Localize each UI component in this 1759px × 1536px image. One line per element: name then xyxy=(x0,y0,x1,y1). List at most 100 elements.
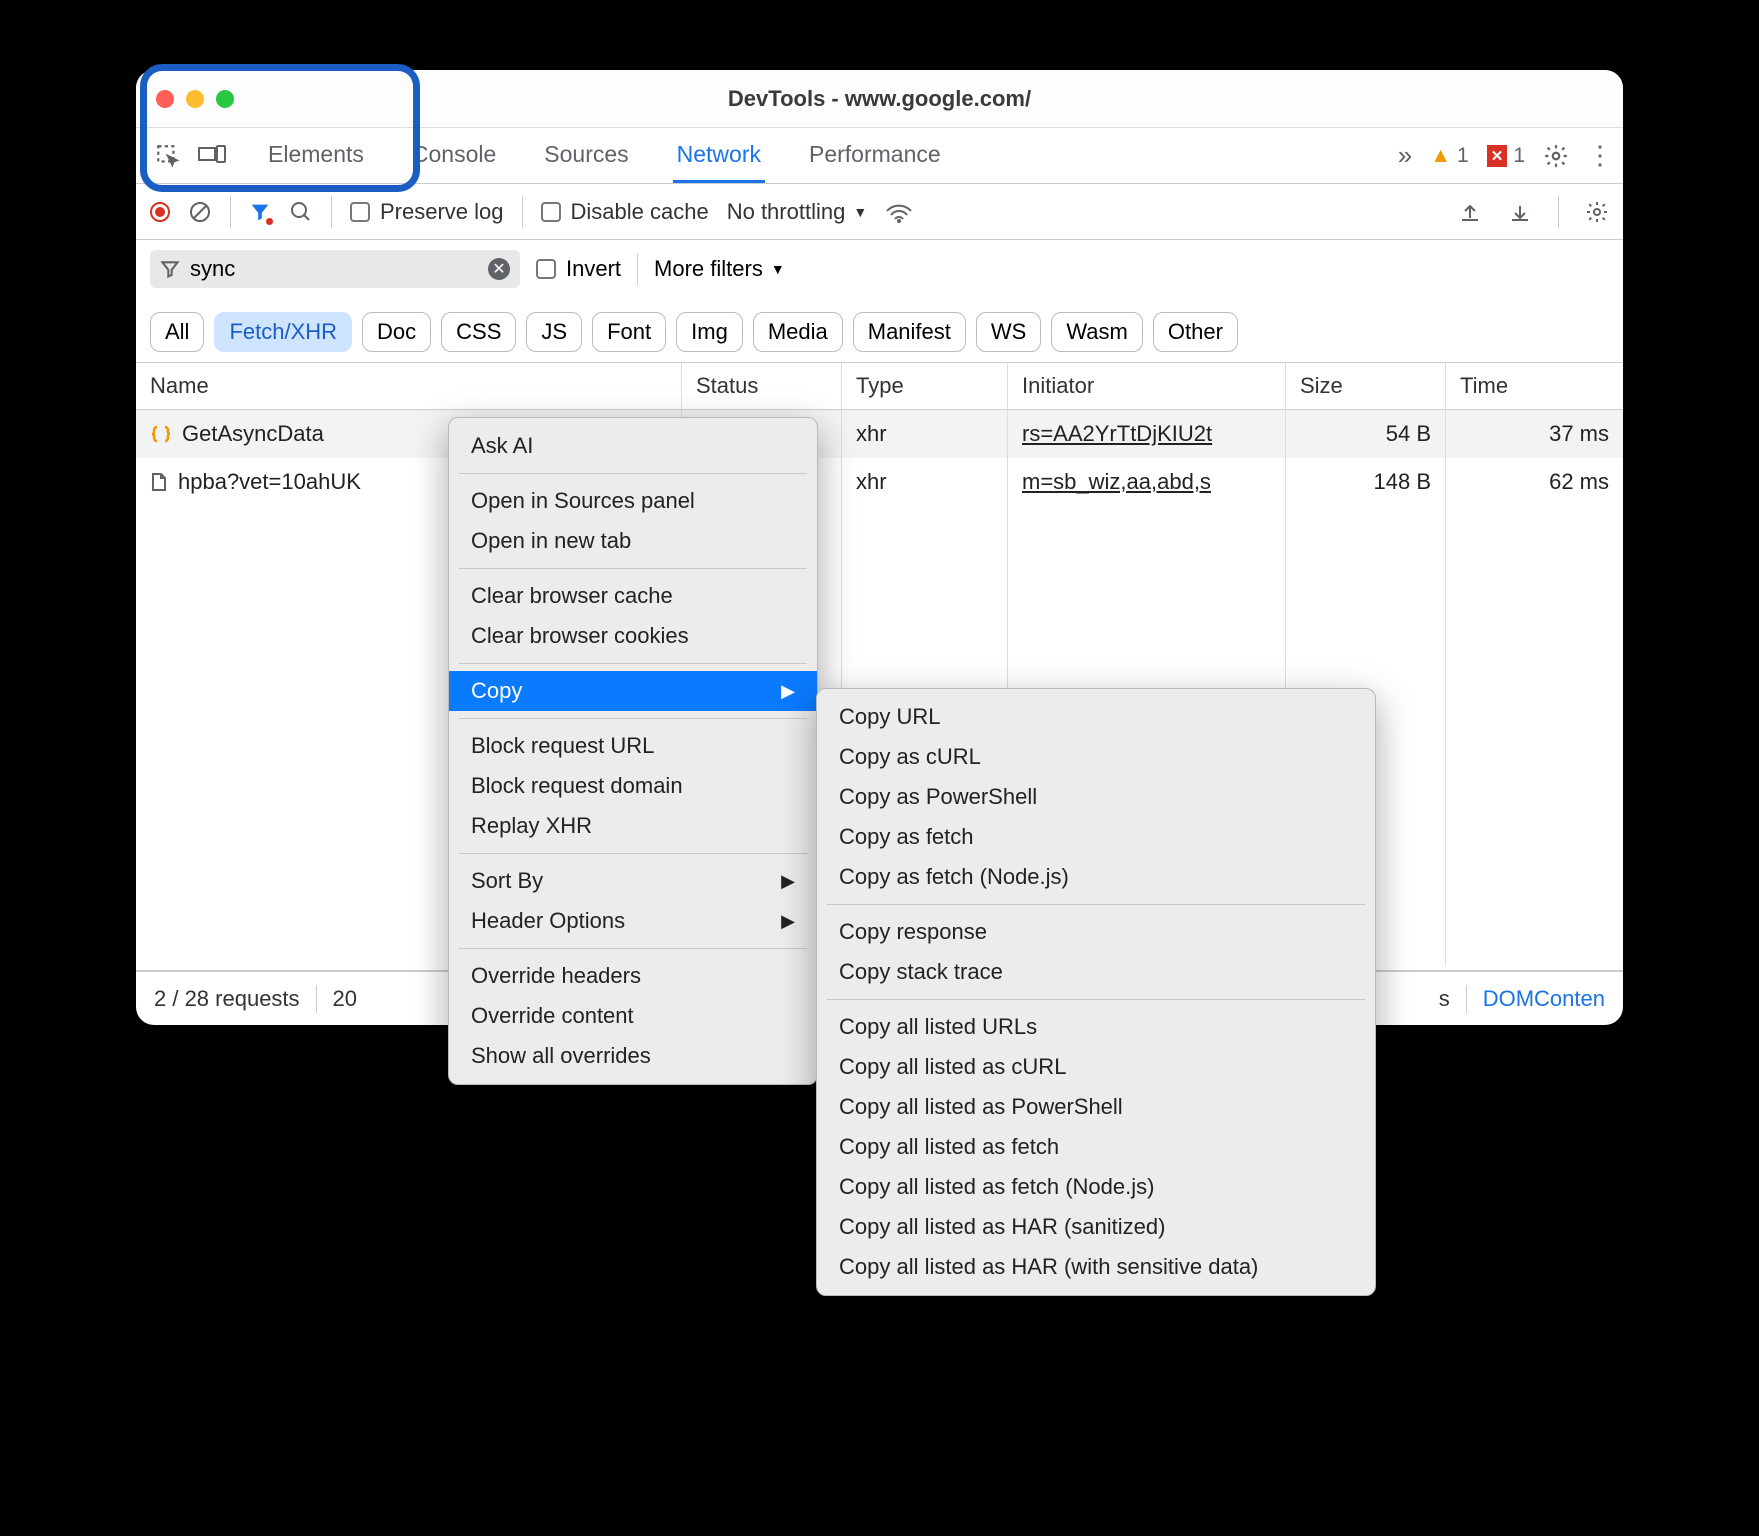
settings-gear-icon[interactable] xyxy=(1543,143,1569,169)
menu-copy-all-har-sanitized[interactable]: Copy all listed as HAR (sanitized) xyxy=(817,1207,1375,1247)
inspect-icon[interactable] xyxy=(146,143,190,169)
menu-copy-all-fetch-node[interactable]: Copy all listed as fetch (Node.js) xyxy=(817,1167,1375,1207)
menu-copy[interactable]: Copy▶ xyxy=(449,671,817,711)
clear-filter-icon[interactable]: ✕ xyxy=(488,258,510,280)
filter-input[interactable] xyxy=(190,256,478,282)
menu-copy-stack[interactable]: Copy stack trace xyxy=(817,952,1375,992)
tab-network[interactable]: Network xyxy=(673,129,765,183)
pill-css[interactable]: CSS xyxy=(441,312,516,352)
pill-ws[interactable]: WS xyxy=(976,312,1041,352)
domcontentloaded-link[interactable]: DOMConten xyxy=(1483,986,1605,1012)
menu-copy-response[interactable]: Copy response xyxy=(817,912,1375,952)
record-button[interactable] xyxy=(150,202,170,222)
menu-header-options[interactable]: Header Options▶ xyxy=(449,901,817,941)
col-time[interactable]: Time xyxy=(1446,363,1623,410)
menu-copy-all-ps[interactable]: Copy all listed as PowerShell xyxy=(817,1087,1375,1127)
table-row[interactable]: hpba?vet=10ahUK xhr m=sb_wiz,aa,abd,s 14… xyxy=(136,458,1623,506)
zoom-button[interactable] xyxy=(216,90,234,108)
invert-checkbox[interactable]: Invert xyxy=(536,256,621,282)
filter-toggle-icon[interactable] xyxy=(249,201,271,223)
kebab-menu-icon[interactable]: ⋮ xyxy=(1587,149,1613,162)
menu-copy-url[interactable]: Copy URL xyxy=(817,697,1375,737)
type-filter-pills: All Fetch/XHR Doc CSS JS Font Img Media … xyxy=(150,312,1238,362)
col-type[interactable]: Type xyxy=(842,363,1008,410)
request-size: 148 B xyxy=(1286,458,1446,506)
search-icon[interactable] xyxy=(289,200,313,224)
tab-performance[interactable]: Performance xyxy=(805,129,945,182)
request-name: hpba?vet=10ahUK xyxy=(178,469,361,495)
menu-open-sources[interactable]: Open in Sources panel xyxy=(449,481,817,521)
pill-all[interactable]: All xyxy=(150,312,204,352)
menu-copy-all-urls[interactable]: Copy all listed URLs xyxy=(817,1007,1375,1047)
menu-copy-all-curl[interactable]: Copy all listed as cURL xyxy=(817,1047,1375,1087)
pill-js[interactable]: JS xyxy=(526,312,582,352)
more-filters-button[interactable]: More filters▼ xyxy=(654,256,785,282)
chevron-right-icon: ▶ xyxy=(781,911,795,932)
request-initiator[interactable]: rs=AA2YrTtDjKIU2t xyxy=(1022,421,1212,447)
menu-block-url[interactable]: Block request URL xyxy=(449,726,817,766)
tab-elements[interactable]: Elements xyxy=(264,129,368,182)
menu-copy-powershell[interactable]: Copy as PowerShell xyxy=(817,777,1375,817)
pill-manifest[interactable]: Manifest xyxy=(853,312,966,352)
preserve-log-checkbox[interactable]: Preserve log xyxy=(350,199,504,225)
errors-badge[interactable]: ✕1 xyxy=(1487,144,1525,168)
col-name[interactable]: Name xyxy=(136,363,682,410)
menu-copy-all-fetch[interactable]: Copy all listed as fetch xyxy=(817,1127,1375,1167)
menu-copy-all-har-full[interactable]: Copy all listed as HAR (with sensitive d… xyxy=(817,1247,1375,1287)
warnings-badge[interactable]: ▲1 xyxy=(1430,144,1468,168)
tab-console[interactable]: Console xyxy=(408,129,500,182)
minimize-button[interactable] xyxy=(186,90,204,108)
chevron-right-icon: ▶ xyxy=(781,681,795,702)
menu-open-tab[interactable]: Open in new tab xyxy=(449,521,817,561)
titlebar: DevTools - www.google.com/ xyxy=(136,70,1623,128)
col-initiator[interactable]: Initiator xyxy=(1008,363,1286,410)
pill-wasm[interactable]: Wasm xyxy=(1051,312,1143,352)
chevron-right-icon: ▶ xyxy=(781,871,795,892)
col-status[interactable]: Status xyxy=(682,363,842,410)
network-settings-gear-icon[interactable] xyxy=(1585,200,1609,224)
import-har-icon[interactable] xyxy=(1458,200,1482,224)
pill-doc[interactable]: Doc xyxy=(362,312,431,352)
copy-submenu: Copy URL Copy as cURL Copy as PowerShell… xyxy=(816,688,1376,1296)
close-button[interactable] xyxy=(156,90,174,108)
export-har-icon[interactable] xyxy=(1508,200,1532,224)
request-initiator[interactable]: m=sb_wiz,aa,abd,s xyxy=(1022,469,1211,495)
menu-override-headers[interactable]: Override headers xyxy=(449,956,817,996)
separator xyxy=(522,196,523,228)
clear-icon[interactable] xyxy=(188,200,212,224)
menu-block-domain[interactable]: Block request domain xyxy=(449,766,817,806)
pill-font[interactable]: Font xyxy=(592,312,666,352)
transferred-partial: 20 xyxy=(333,986,357,1012)
menu-show-overrides[interactable]: Show all overrides xyxy=(449,1036,817,1076)
request-type: xhr xyxy=(842,458,1008,506)
network-conditions-icon[interactable] xyxy=(885,201,913,223)
network-toolbar: Preserve log Disable cache No throttling… xyxy=(136,184,1623,240)
menu-replay-xhr[interactable]: Replay XHR xyxy=(449,806,817,846)
menu-clear-cookies[interactable]: Clear browser cookies xyxy=(449,616,817,656)
menu-clear-cache[interactable]: Clear browser cache xyxy=(449,576,817,616)
pill-img[interactable]: Img xyxy=(676,312,743,352)
throttling-select[interactable]: No throttling▼ xyxy=(727,199,867,225)
menu-override-content[interactable]: Override content xyxy=(449,996,817,1036)
separator xyxy=(316,985,317,1013)
overflow-icon[interactable]: » xyxy=(1398,140,1412,171)
disable-cache-checkbox[interactable]: Disable cache xyxy=(541,199,709,225)
menu-copy-curl[interactable]: Copy as cURL xyxy=(817,737,1375,777)
tab-sources[interactable]: Sources xyxy=(540,129,632,182)
menu-copy-fetch-node[interactable]: Copy as fetch (Node.js) xyxy=(817,857,1375,897)
device-icon[interactable] xyxy=(190,144,234,168)
pill-fetch-xhr[interactable]: Fetch/XHR xyxy=(214,312,352,352)
pill-other[interactable]: Other xyxy=(1153,312,1238,352)
pill-media[interactable]: Media xyxy=(753,312,843,352)
panel-tabs: Elements Console Sources Network Perform… xyxy=(136,128,1623,184)
separator xyxy=(331,196,332,228)
filter-bar: ✕ Invert More filters▼ All Fetch/XHR Doc… xyxy=(136,240,1623,363)
menu-sort-by[interactable]: Sort By▶ xyxy=(449,861,817,901)
menu-ask-ai[interactable]: Ask AI xyxy=(449,426,817,466)
menu-copy-fetch[interactable]: Copy as fetch xyxy=(817,817,1375,857)
separator xyxy=(1558,196,1559,228)
table-row[interactable]: GetAsyncData xhr rs=AA2YrTtDjKIU2t 54 B … xyxy=(136,410,1623,458)
filter-input-wrap: ✕ xyxy=(150,250,520,288)
col-size[interactable]: Size xyxy=(1286,363,1446,410)
request-name: GetAsyncData xyxy=(182,421,324,447)
